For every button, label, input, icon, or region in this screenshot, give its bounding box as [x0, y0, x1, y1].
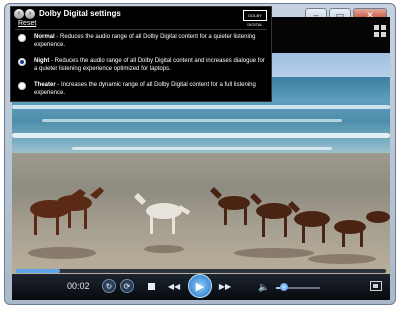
elapsed-time: 00:02 — [67, 281, 90, 291]
option-theater[interactable]: Theater - Increases the dynamic range of… — [18, 81, 266, 97]
white-horse — [134, 193, 190, 234]
panel-divider — [15, 29, 267, 30]
dolby-settings-panel: ‹ › Dolby Digital settings DOLBY DIGITAL… — [10, 6, 272, 102]
horse-reflections — [28, 245, 376, 264]
screenshot-root: – ▭ ✕ 00:02 ↻ ⟳ ◀◀ ▶ ▶▶ 🔈 ‹ › Dolby Digi… — [0, 0, 400, 309]
previous-button[interactable]: ◀◀ — [165, 279, 183, 293]
back-button[interactable]: ‹ — [14, 9, 24, 19]
radio-night[interactable] — [18, 58, 26, 66]
seek-bar[interactable] — [16, 269, 386, 273]
panel-title: Dolby Digital settings — [39, 9, 121, 18]
radio-theater[interactable] — [18, 82, 26, 90]
seek-bar-progress — [16, 269, 61, 273]
dolby-logo: DOLBY DIGITAL — [243, 10, 267, 27]
radio-normal[interactable] — [18, 34, 26, 42]
stop-button[interactable] — [144, 279, 158, 293]
switch-to-library-icon[interactable] — [374, 25, 386, 37]
previous-icon: ◀◀ — [167, 281, 181, 291]
fullscreen-button[interactable] — [370, 281, 382, 291]
mute-button[interactable]: 🔈 — [258, 282, 269, 293]
option-text: Theater - Increases the dynamic range of… — [34, 82, 256, 96]
reset-link[interactable]: Reset — [18, 20, 36, 27]
next-button[interactable]: ▶▶ — [216, 279, 234, 293]
back-icon: ‹ — [17, 10, 21, 17]
option-text: Night - Reduces the audio range of all D… — [34, 58, 265, 72]
repeat-icon: ⟳ — [123, 281, 131, 291]
volume-slider-thumb[interactable] — [279, 283, 288, 291]
shuffle-button[interactable]: ↻ — [102, 279, 116, 293]
forward-icon: › — [28, 10, 32, 17]
repeat-button[interactable]: ⟳ — [120, 279, 134, 293]
play-icon: ▶ — [195, 280, 205, 293]
option-text: Normal - Reduces the audio range of all … — [34, 34, 256, 48]
play-button[interactable]: ▶ — [188, 274, 212, 298]
horse-group-right — [210, 187, 390, 247]
horse-group-left — [30, 187, 104, 235]
stop-icon — [147, 282, 155, 290]
speaker-icon: 🔈 — [258, 282, 270, 292]
shuffle-icon: ↻ — [105, 281, 113, 291]
next-icon: ▶▶ — [218, 281, 232, 291]
option-normal[interactable]: Normal - Reduces the audio range of all … — [18, 33, 266, 49]
option-night[interactable]: Night - Reduces the audio range of all D… — [18, 57, 266, 73]
forward-button[interactable]: › — [25, 9, 35, 19]
